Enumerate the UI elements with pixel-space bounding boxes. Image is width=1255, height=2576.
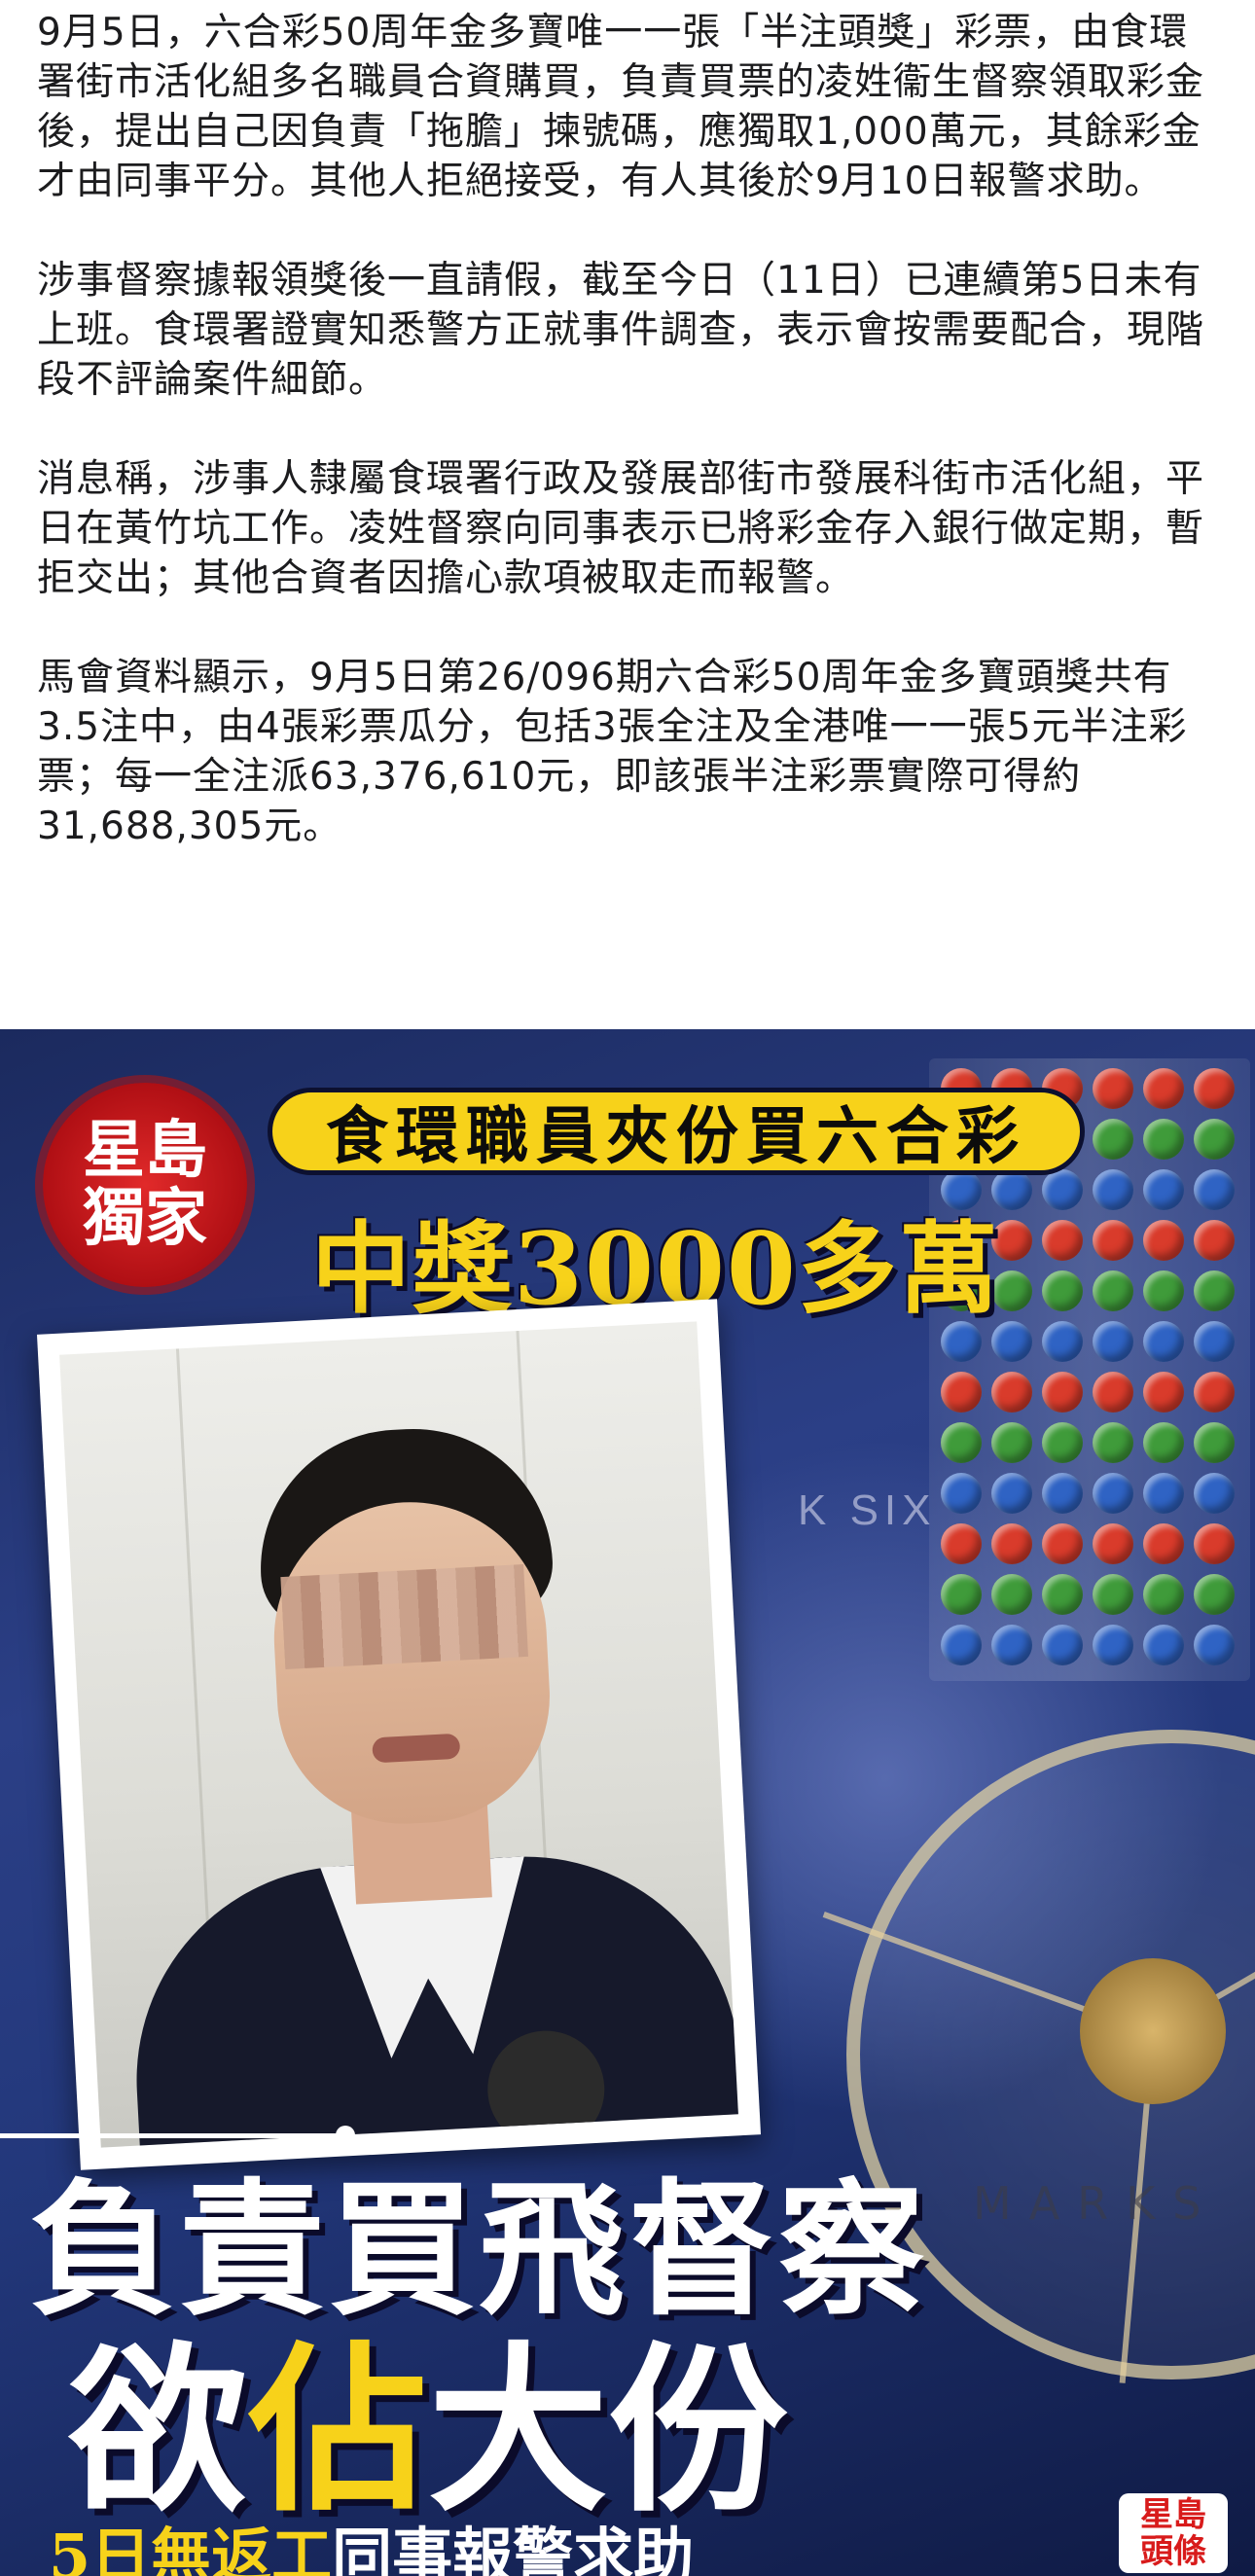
lottery-ball bbox=[1194, 1321, 1235, 1362]
lottery-ball bbox=[1042, 1270, 1083, 1311]
big-headline-highlight: 佔 bbox=[248, 2324, 428, 2536]
lottery-ball bbox=[991, 1574, 1032, 1615]
lottery-ball bbox=[941, 1473, 982, 1514]
divider-line bbox=[0, 2133, 341, 2138]
lottery-ball bbox=[1093, 1473, 1133, 1514]
lottery-ball bbox=[1194, 1270, 1235, 1311]
lottery-ball bbox=[991, 1422, 1032, 1463]
lottery-ball bbox=[1194, 1119, 1235, 1160]
lottery-ball bbox=[1093, 1321, 1133, 1362]
article-paragraph-2: 涉事督察據報領獎後一直請假，截至今日（11日）已連續第5日未有上班。食環署證實知… bbox=[37, 259, 1205, 402]
person-photo bbox=[36, 1299, 762, 2170]
logo-line-1: 星島 bbox=[1140, 2495, 1206, 2534]
lottery-ball bbox=[1194, 1523, 1235, 1564]
top-caption-text: 食環職員夾份買六合彩 bbox=[326, 1101, 1026, 1173]
big-headline-part-c: 大份 bbox=[428, 2324, 788, 2536]
machine-hub bbox=[1080, 1958, 1226, 2104]
lottery-ball bbox=[1042, 1372, 1083, 1413]
lottery-ball bbox=[941, 1625, 982, 1665]
lottery-ball bbox=[941, 1372, 982, 1413]
lottery-ball bbox=[1194, 1372, 1235, 1413]
lottery-ball bbox=[1093, 1625, 1133, 1665]
machine-brand-text: MARKS bbox=[973, 2177, 1219, 2230]
person-mouth bbox=[372, 1733, 461, 1764]
lottery-ball bbox=[1093, 1270, 1133, 1311]
badge-line-1: 星島 bbox=[83, 1114, 207, 1187]
bottom-caption: 5日無返工 同事報警求助 bbox=[0, 2521, 1070, 2576]
lottery-ball bbox=[1042, 1473, 1083, 1514]
bottom-caption-white: 同事報警求助 bbox=[332, 2521, 695, 2576]
lottery-ball bbox=[1042, 1321, 1083, 1362]
lottery-ball bbox=[1194, 1068, 1235, 1109]
lottery-ball bbox=[1093, 1422, 1133, 1463]
logo-line-2: 頭條 bbox=[1140, 2532, 1206, 2571]
lottery-ball bbox=[1143, 1372, 1184, 1413]
article-paragraph-1: 9月5日，六合彩50周年金多寶唯一一張「半注頭獎」彩票，由食環署街市活化組多名職… bbox=[37, 11, 1205, 203]
lottery-ball bbox=[1093, 1068, 1133, 1109]
lottery-ball bbox=[1143, 1523, 1184, 1564]
lottery-ball bbox=[1143, 1422, 1184, 1463]
lottery-ball bbox=[1093, 1169, 1133, 1210]
sing-tao-headline-logo: 星島 頭條 bbox=[1119, 2493, 1228, 2573]
lottery-ball bbox=[941, 1422, 982, 1463]
lottery-ball bbox=[1093, 1523, 1133, 1564]
lottery-ball bbox=[1093, 1119, 1133, 1160]
pixelated-eyes bbox=[280, 1564, 528, 1670]
lottery-ball bbox=[1143, 1473, 1184, 1514]
lottery-ball bbox=[1194, 1169, 1235, 1210]
lottery-ball bbox=[1143, 1119, 1184, 1160]
lottery-ball bbox=[1194, 1220, 1235, 1261]
lottery-ball bbox=[1093, 1220, 1133, 1261]
lottery-ball bbox=[1143, 1625, 1184, 1665]
big-headline-line-1: 負責買飛督察 bbox=[29, 2165, 929, 2336]
lottery-ball bbox=[1042, 1169, 1083, 1210]
lottery-ball bbox=[1093, 1372, 1133, 1413]
article-text: 9月5日，六合彩50周年金多寶唯一一張「半注頭獎」彩票，由食環署街市活化組多名職… bbox=[37, 8, 1224, 851]
lottery-ball bbox=[1194, 1473, 1235, 1514]
lottery-ball bbox=[1042, 1422, 1083, 1463]
lottery-ball bbox=[1042, 1574, 1083, 1615]
lottery-ball bbox=[1194, 1625, 1235, 1665]
lottery-ball bbox=[1194, 1422, 1235, 1463]
exclusive-badge: 星島 獨家 bbox=[43, 1083, 247, 1287]
big-headline-part-a: 欲 bbox=[68, 2324, 248, 2536]
badge-line-2: 獨家 bbox=[83, 1182, 207, 1255]
lottery-ball bbox=[1042, 1523, 1083, 1564]
lottery-ball bbox=[1143, 1574, 1184, 1615]
lottery-ball bbox=[1143, 1270, 1184, 1311]
divider-dot bbox=[336, 2126, 355, 2145]
lottery-ball bbox=[1143, 1220, 1184, 1261]
lottery-ball bbox=[1143, 1068, 1184, 1109]
lottery-ball bbox=[941, 1574, 982, 1615]
lottery-ball bbox=[1143, 1321, 1184, 1362]
top-caption-pill: 食環職員夾份買六合彩 bbox=[268, 1088, 1085, 1175]
lottery-ball bbox=[1093, 1574, 1133, 1615]
photo-content bbox=[59, 1321, 738, 2148]
news-poster-image[interactable]: K SIX MARKS 星島 獨家 食環職員夾份買六合彩 中獎3000多萬 負責… bbox=[0, 1029, 1255, 2576]
lottery-ball bbox=[1143, 1169, 1184, 1210]
lottery-ball bbox=[1194, 1574, 1235, 1615]
lottery-ball bbox=[991, 1625, 1032, 1665]
lottery-ball bbox=[1042, 1625, 1083, 1665]
article-paragraph-4: 馬會資料顯示，9月5日第26/096期六合彩50周年金多寶頭獎共有3.5注中，由… bbox=[37, 656, 1188, 848]
lottery-ball bbox=[991, 1473, 1032, 1514]
lottery-ball bbox=[941, 1523, 982, 1564]
bottom-caption-yellow: 5日無返工 bbox=[49, 2521, 333, 2576]
lottery-ball bbox=[1042, 1220, 1083, 1261]
big-headline-line-2: 欲佔大份 bbox=[68, 2333, 788, 2527]
lottery-ball bbox=[991, 1372, 1032, 1413]
lottery-ball bbox=[991, 1523, 1032, 1564]
mark-six-sign-text: K SIX bbox=[798, 1486, 937, 1534]
article-paragraph-3: 消息稱，涉事人隸屬食環署行政及發展部街市發展科街市活化組，平日在黃竹坑工作。凌姓… bbox=[37, 457, 1205, 600]
